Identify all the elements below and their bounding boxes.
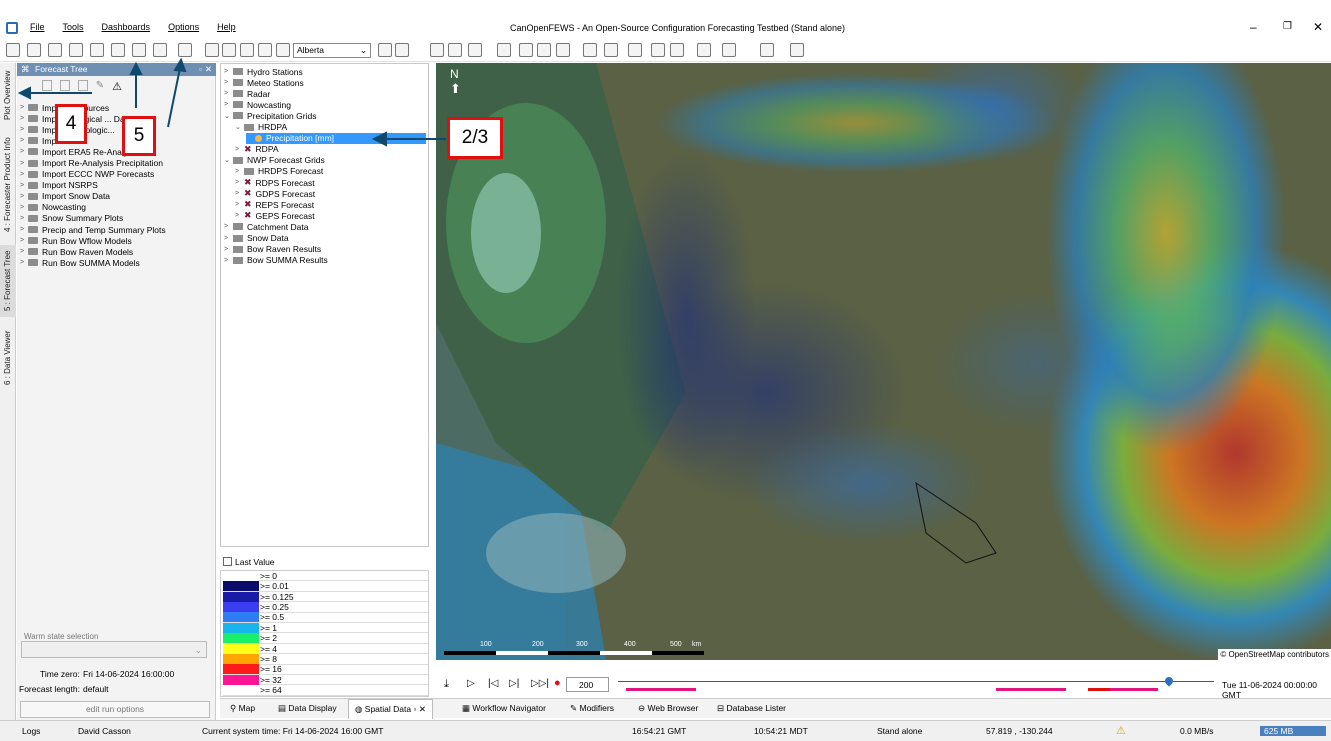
annotation-5: 5 (122, 116, 156, 156)
annotation-4: 4 (55, 104, 87, 144)
annotation-arrows (17, 57, 446, 147)
annotation-2-3: 2/3 (447, 117, 503, 159)
